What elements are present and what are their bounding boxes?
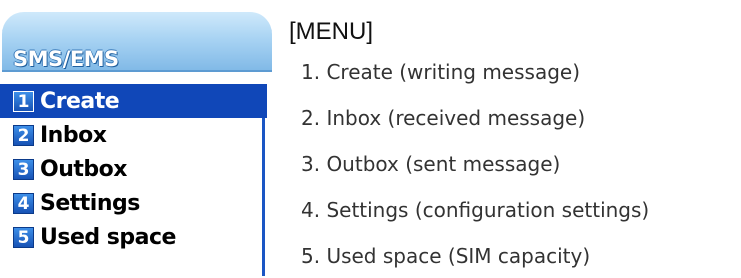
legend-line: 5. Used space (SIM capacity) xyxy=(301,244,591,268)
scrollbar-thumb[interactable] xyxy=(260,84,267,118)
menu-item-label: Inbox xyxy=(40,122,107,148)
number-1-icon: 1 xyxy=(13,90,34,112)
scrollbar[interactable] xyxy=(260,84,267,276)
menu-list: 1 Create 2 Inbox 3 Outbox 4 Settings 5 U… xyxy=(0,84,262,254)
legend-line: 2. Inbox (received message) xyxy=(301,106,586,130)
menu-item-label: Settings xyxy=(40,190,140,216)
title-bar: SMS/EMS xyxy=(2,12,272,72)
number-3-icon: 3 xyxy=(13,158,34,180)
legend-line: 3. Outbox (sent message) xyxy=(301,152,561,176)
menu-item-used-space[interactable]: 5 Used space xyxy=(0,220,262,254)
menu-item-inbox[interactable]: 2 Inbox xyxy=(0,118,262,152)
screen-title: SMS/EMS xyxy=(13,47,119,71)
menu-item-create[interactable]: 1 Create xyxy=(0,84,262,118)
number-2-icon: 2 xyxy=(13,124,34,146)
menu-item-label: Outbox xyxy=(40,156,127,182)
menu-item-label: Used space xyxy=(40,224,176,250)
phone-screen: SMS/EMS 1 Create 2 Inbox 3 Outbox 4 Sett… xyxy=(0,0,276,278)
legend-line: 1. Create (writing message) xyxy=(301,60,581,84)
legend-line: 4. Settings (configuration settings) xyxy=(301,198,650,222)
menu-item-outbox[interactable]: 3 Outbox xyxy=(0,152,262,186)
number-5-icon: 5 xyxy=(13,226,34,248)
menu-legend-title: [MENU] xyxy=(289,18,373,45)
number-4-icon: 4 xyxy=(13,192,34,214)
menu-item-label: Create xyxy=(40,88,120,114)
menu-item-settings[interactable]: 4 Settings xyxy=(0,186,262,220)
